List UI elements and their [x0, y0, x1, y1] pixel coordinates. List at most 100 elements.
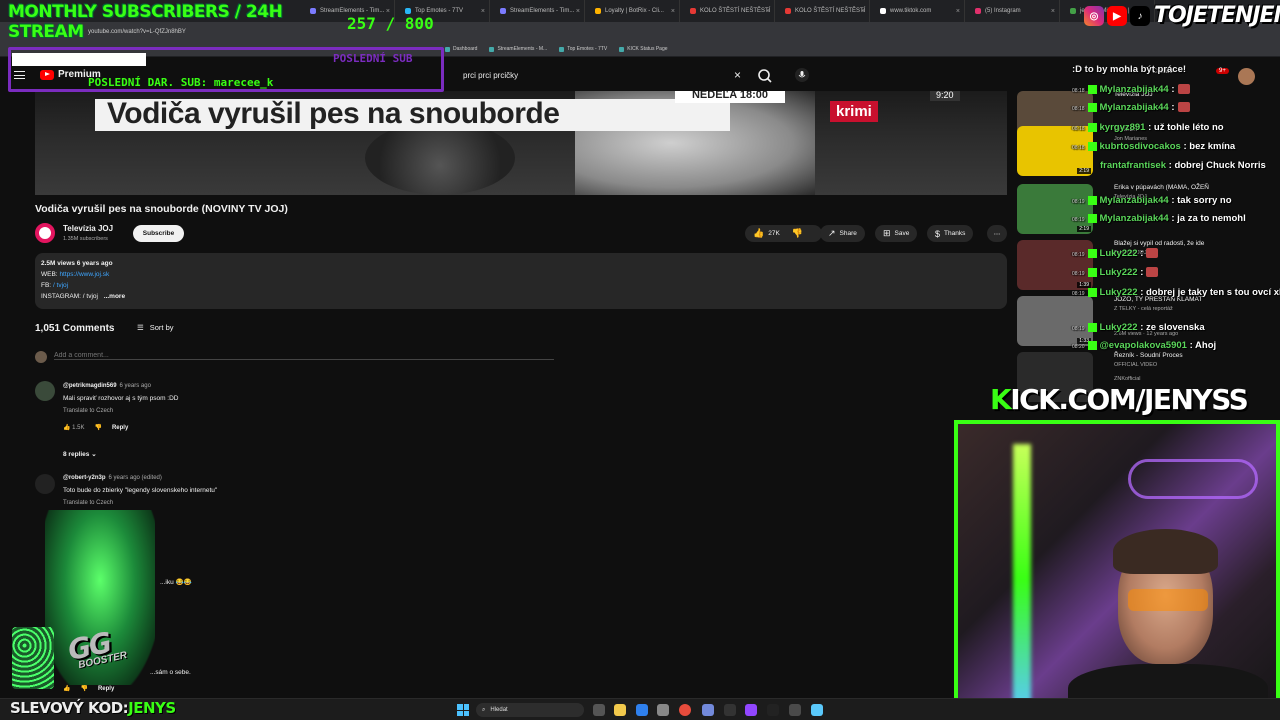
close-tab-icon[interactable]: × [861, 8, 865, 15]
related-video-title[interactable]: Blažej si vypil od radosti, že ide [1114, 240, 1204, 247]
thumbs-down-icon[interactable]: 👎 [792, 228, 803, 239]
related-video-channel: OFFICIAL VIDEO [1114, 362, 1158, 368]
comment-author[interactable]: @robert-y2n3p 6 years ago (edited) [63, 475, 162, 481]
thumbs-up-icon[interactable]: 👍 [753, 228, 764, 239]
replies-toggle[interactable]: 8 replies ⌄ [63, 450, 97, 458]
kick-url: KICK.COM/JENYSS [990, 383, 1249, 416]
description-web: WEB: https://www.joj.sk [41, 271, 110, 278]
comment-author[interactable]: @petrikmagdin569 6 years ago [63, 383, 151, 389]
description-more[interactable]: ...more [104, 293, 125, 300]
browser-tab[interactable]: (5) Instagram × [965, 0, 1060, 22]
related-video-title[interactable]: Řezník - Soudní Proces [1114, 352, 1183, 359]
chat-text: : [1171, 84, 1175, 95]
webcam-neon-sign [1128, 459, 1258, 499]
video-player[interactable]: Vodiča vyrušil pes na snouborde NEDEĽA 1… [35, 91, 1007, 195]
related-video-thumbnail[interactable]: 2:19 [1017, 184, 1093, 234]
fb-link[interactable]: / tvjoj [53, 282, 68, 289]
app-icon[interactable] [789, 704, 801, 716]
chat-timestamp: 08:20 [1072, 344, 1085, 350]
comment-avatar[interactable] [35, 474, 55, 494]
channel-avatar[interactable] [35, 223, 55, 243]
close-tab-icon[interactable]: × [481, 8, 485, 15]
related-video-thumbnail[interactable]: 1:33 [1017, 296, 1093, 346]
kick-badge-icon [1087, 102, 1097, 112]
browser-tab[interactable]: KOLO ŠTĚSTÍ NEŠTĚSTÍ × [775, 0, 870, 22]
share-button[interactable]: ↗ Share [820, 225, 865, 242]
reply-button[interactable]: Reply [112, 425, 128, 431]
related-video-title[interactable]: Erika v púpavách (MAMA, OŽEŇ [1114, 184, 1209, 191]
chrome-icon[interactable] [679, 704, 691, 716]
comment-avatar[interactable] [35, 381, 55, 401]
subscribe-button[interactable]: Subscribe [133, 225, 184, 242]
notepad-icon[interactable] [811, 704, 823, 716]
close-tab-icon[interactable]: × [766, 8, 770, 15]
task-view-icon[interactable] [593, 704, 605, 716]
chevron-down-icon: ⌄ [91, 451, 97, 458]
more-actions-button[interactable]: ⋯ [987, 225, 1007, 242]
webcam-hair [1113, 529, 1218, 574]
bookmark-item[interactable]: StreamElements - M... [489, 46, 547, 52]
tab-favicon-icon [690, 8, 696, 14]
microphone-icon[interactable] [795, 68, 809, 82]
bookmark-item[interactable]: Dashboard [445, 46, 477, 52]
description-box[interactable]: 2.5M views 6 years ago WEB: https://www.… [35, 253, 1007, 309]
chat-timestamp: 08:18 [1072, 88, 1085, 94]
comment-dislike-icon[interactable]: 👎 [94, 424, 101, 431]
close-tab-icon[interactable]: × [1051, 8, 1055, 15]
instagram-link[interactable]: / tvjoj [83, 293, 98, 300]
thanks-button[interactable]: $ Thanks [927, 225, 974, 242]
browser-tab[interactable]: StreamElements - Tim... × [490, 0, 585, 22]
chat-username: frantafrantisek [1100, 160, 1166, 171]
bookmark-item[interactable]: KICK Status Page [619, 46, 668, 52]
search-icon[interactable] [755, 66, 775, 86]
edge-icon[interactable] [636, 704, 648, 716]
chat-username: Mylanzabijak44 [1099, 195, 1169, 206]
description-fb: FB: / tvjoj [41, 282, 69, 289]
kick-badge-icon [1087, 84, 1097, 94]
save-button[interactable]: ⊞ Save [875, 225, 918, 242]
browser-tab[interactable]: Loyalty | BotRix - Cli... × [585, 0, 680, 22]
bookmark-item[interactable]: Top Emotes - 7TV [559, 46, 607, 52]
app-icon[interactable] [767, 704, 779, 716]
browser-tab[interactable]: KOLO ŠTĚSTÍ NEŠTĚSTÍ × [680, 0, 775, 22]
close-tab-icon[interactable]: × [576, 8, 580, 15]
file-explorer-icon[interactable] [614, 704, 626, 716]
comment-like-button[interactable]: 👍 1.5K [63, 424, 84, 431]
obs-icon[interactable] [724, 704, 736, 716]
store-icon[interactable] [657, 704, 669, 716]
close-tab-icon[interactable]: × [956, 8, 960, 15]
search-icon: ⌕ [482, 706, 486, 713]
browser-tab[interactable]: www.tiktok.com × [870, 0, 965, 22]
taskbar-search-placeholder: Hledat [490, 707, 508, 713]
chat-text: : už tohle léto no [1148, 122, 1224, 133]
chat-timestamp: 08:19 [1072, 199, 1085, 205]
chat-message: frantafrantisek : dobrej Chuck Norris [1100, 160, 1266, 171]
kick-badge-icon [1087, 322, 1097, 332]
close-tab-icon[interactable]: × [671, 8, 675, 15]
windows-start-icon[interactable] [457, 704, 469, 716]
discord-icon[interactable] [702, 704, 714, 716]
emote-icon [1177, 84, 1190, 95]
kick-badge-icon [1087, 122, 1097, 132]
notification-badge[interactable]: 9+ [1216, 68, 1229, 74]
sort-by-button[interactable]: ☰ Sort by [137, 323, 174, 332]
search-box[interactable]: × [448, 65, 750, 85]
channel-name[interactable]: Televízia JOJ [63, 224, 113, 233]
avatar[interactable] [1238, 68, 1255, 85]
clear-search-icon[interactable]: × [734, 68, 741, 82]
taskbar-search[interactable]: ⌕ Hledat [476, 703, 584, 717]
share-label: Share [839, 230, 857, 237]
translate-link[interactable]: Translate to Czech [63, 408, 113, 414]
app-icon[interactable] [745, 704, 757, 716]
like-dislike-button[interactable]: 👍 27K 👎 [745, 225, 822, 242]
chat-timestamp: 08:19 [1072, 252, 1085, 258]
sort-icon: ☰ [137, 323, 144, 332]
thanks-icon: $ [935, 228, 941, 239]
chat-timestamp: 08:19 [1072, 326, 1085, 332]
avatar [35, 351, 47, 363]
web-link[interactable]: https://www.joj.sk [59, 271, 109, 278]
sort-label: Sort by [149, 323, 174, 332]
add-comment-input[interactable] [54, 352, 554, 360]
chat-text: : ze slovenska [1140, 322, 1205, 333]
search-input[interactable] [463, 70, 713, 80]
